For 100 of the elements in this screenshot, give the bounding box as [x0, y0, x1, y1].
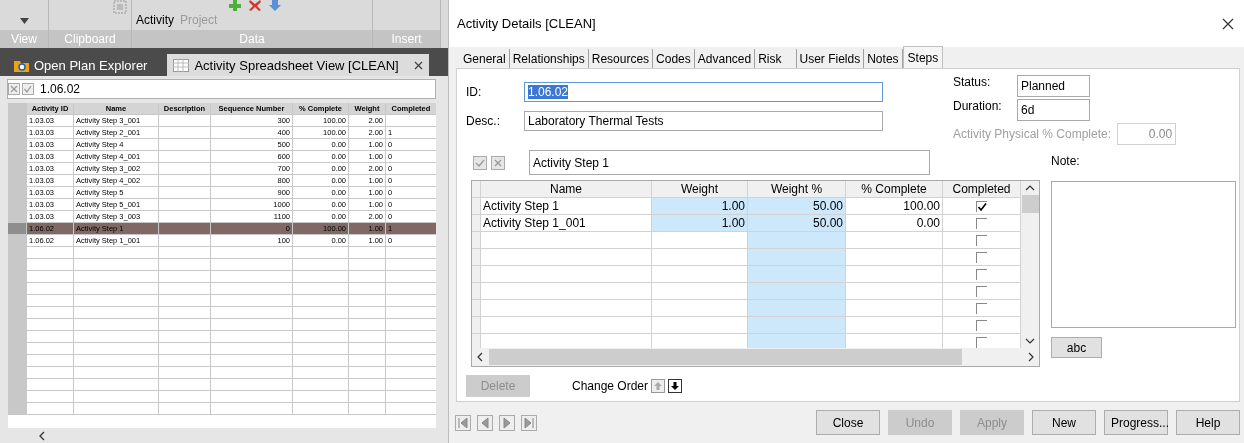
table-cell	[293, 391, 349, 403]
previous-record-icon[interactable]	[477, 414, 493, 431]
edit-field[interactable]: 1.06.02	[7, 79, 436, 99]
cancel-icon[interactable]	[8, 83, 20, 95]
next-record-icon[interactable]	[499, 414, 515, 431]
row-header[interactable]	[472, 232, 481, 249]
table-cell	[27, 295, 74, 307]
column-header[interactable]: Weight %	[748, 181, 846, 198]
checkbox[interactable]	[976, 217, 987, 229]
table-cell	[159, 283, 211, 295]
delete-icon[interactable]	[249, 0, 262, 11]
input-field[interactable]: Laboratory Thermal Tests	[524, 111, 883, 131]
field-label: Change Order	[572, 379, 649, 393]
table-cell	[349, 343, 386, 355]
input-field[interactable]: Planned	[1017, 75, 1090, 97]
table-cell	[159, 331, 211, 343]
dialog-button[interactable]: Close	[816, 410, 880, 435]
dialog-button[interactable]: New	[1032, 410, 1096, 435]
tab[interactable]: Steps	[902, 46, 944, 68]
corner-cell	[8, 103, 27, 115]
table-cell	[293, 307, 349, 319]
scroll-left-icon[interactable]	[477, 352, 483, 362]
close-icon[interactable]	[1222, 17, 1234, 30]
table-cell	[159, 235, 211, 247]
column-header[interactable]: Weight	[652, 181, 748, 198]
scrollbar[interactable]	[472, 348, 1039, 366]
scroll-right-icon[interactable]	[1028, 352, 1034, 362]
table-cell	[293, 367, 349, 379]
checkbox[interactable]	[976, 285, 987, 297]
table-cell	[293, 331, 349, 343]
scroll-down-icon[interactable]	[1025, 338, 1035, 344]
checkbox[interactable]	[976, 302, 987, 314]
checkbox[interactable]	[976, 319, 987, 331]
input-field[interactable]: 1.06.02	[524, 82, 883, 102]
row-header[interactable]	[472, 198, 481, 215]
checkbox[interactable]	[976, 336, 987, 348]
table-cell	[159, 163, 211, 175]
row-header[interactable]	[472, 249, 481, 266]
cancel-icon[interactable]	[491, 155, 505, 170]
column-header[interactable]: Completed	[943, 181, 1021, 198]
scroll-thumb[interactable]	[1021, 195, 1039, 213]
table-cell	[159, 127, 211, 139]
column-header[interactable]: % Complete	[846, 181, 943, 198]
scroll-up-icon[interactable]	[1025, 185, 1035, 191]
ribbon-group-label: Insert	[373, 30, 440, 48]
table-cell	[159, 223, 211, 235]
scrollbar[interactable]	[1021, 181, 1039, 348]
row-header[interactable]	[472, 317, 481, 334]
table-cell	[349, 307, 386, 319]
scroll-thumb[interactable]	[489, 349, 962, 365]
scroll-left-icon[interactable]	[38, 430, 45, 441]
table-cell	[293, 343, 349, 355]
field-label: ID:	[466, 85, 483, 99]
table-cell	[293, 295, 349, 307]
row-header[interactable]	[8, 235, 27, 247]
table-cell	[159, 391, 211, 403]
paste-icon[interactable]	[113, 0, 127, 14]
table-cell: 50.00	[748, 198, 846, 215]
abc-button[interactable]: abc	[1051, 337, 1102, 358]
check-icon	[977, 201, 987, 212]
row-header[interactable]	[8, 403, 27, 415]
row-header[interactable]	[472, 300, 481, 317]
note-field[interactable]	[1051, 181, 1236, 328]
first-record-icon[interactable]	[455, 414, 471, 431]
table-cell	[293, 247, 349, 259]
table-cell	[293, 271, 349, 283]
checkbox[interactable]	[976, 268, 987, 280]
move-down-icon[interactable]	[668, 379, 683, 393]
last-record-icon[interactable]	[521, 414, 537, 431]
table-cell	[293, 403, 349, 415]
row-header[interactable]	[472, 283, 481, 300]
table-cell	[159, 247, 211, 259]
column-header[interactable]: Name	[481, 181, 652, 198]
checkbox[interactable]	[976, 251, 987, 263]
dialog-button[interactable]: Help	[1176, 410, 1240, 435]
input-field[interactable]: Activity Step 1	[529, 150, 930, 175]
check-icon[interactable]	[22, 83, 34, 95]
document-tab[interactable]: Open Plan Explorer	[8, 54, 154, 76]
input-field[interactable]: 6d	[1017, 99, 1090, 121]
table-cell	[159, 175, 211, 187]
row-header[interactable]	[8, 211, 27, 223]
row-header[interactable]	[472, 215, 481, 232]
table-cell: 0.00	[846, 215, 943, 232]
caret-icon[interactable]	[19, 18, 29, 24]
row-header[interactable]	[472, 266, 481, 283]
checkbox[interactable]	[976, 234, 987, 246]
close-icon[interactable]	[413, 60, 423, 70]
add-icon[interactable]	[229, 0, 242, 11]
arrow-down-icon[interactable]	[269, 0, 282, 11]
table-cell	[159, 259, 211, 271]
dialog-button[interactable]: Progress...	[1104, 410, 1168, 435]
ribbon-button[interactable]: Activity	[136, 14, 174, 30]
check-icon[interactable]	[473, 155, 487, 170]
table-cell	[349, 259, 386, 271]
document-tab[interactable]: Activity Spreadsheet View [CLEAN]	[167, 54, 429, 76]
row-header[interactable]	[8, 223, 27, 235]
table-cell	[159, 199, 211, 211]
table-cell	[27, 391, 74, 403]
checkbox[interactable]	[976, 200, 987, 212]
table-cell	[293, 319, 349, 331]
